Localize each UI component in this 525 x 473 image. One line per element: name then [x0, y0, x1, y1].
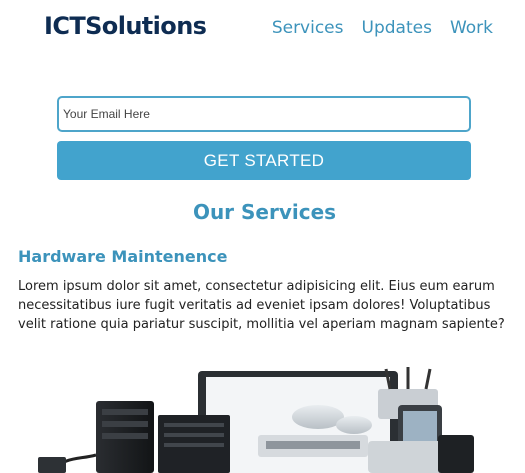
nav-link-updates[interactable]: Updates — [362, 18, 432, 38]
service-title: Hardware Maintenence — [18, 247, 228, 266]
services-heading: Our Services — [192, 200, 337, 224]
nav-link-services[interactable]: Services — [272, 18, 344, 38]
hardware-illustration — [38, 367, 474, 473]
main-nav: Services Updates Work — [272, 18, 493, 38]
email-input[interactable] — [57, 96, 471, 132]
nav-link-work[interactable]: Work — [450, 18, 493, 38]
site-logo[interactable]: ICTSolutions — [44, 12, 207, 40]
service-description: Lorem ipsum dolor sit amet, consectetur … — [18, 279, 505, 332]
get-started-button[interactable]: GET STARTED — [57, 141, 471, 180]
site-header: ICTSolutions Services Updates Work — [0, 0, 525, 62]
hardware-image — [18, 365, 508, 473]
